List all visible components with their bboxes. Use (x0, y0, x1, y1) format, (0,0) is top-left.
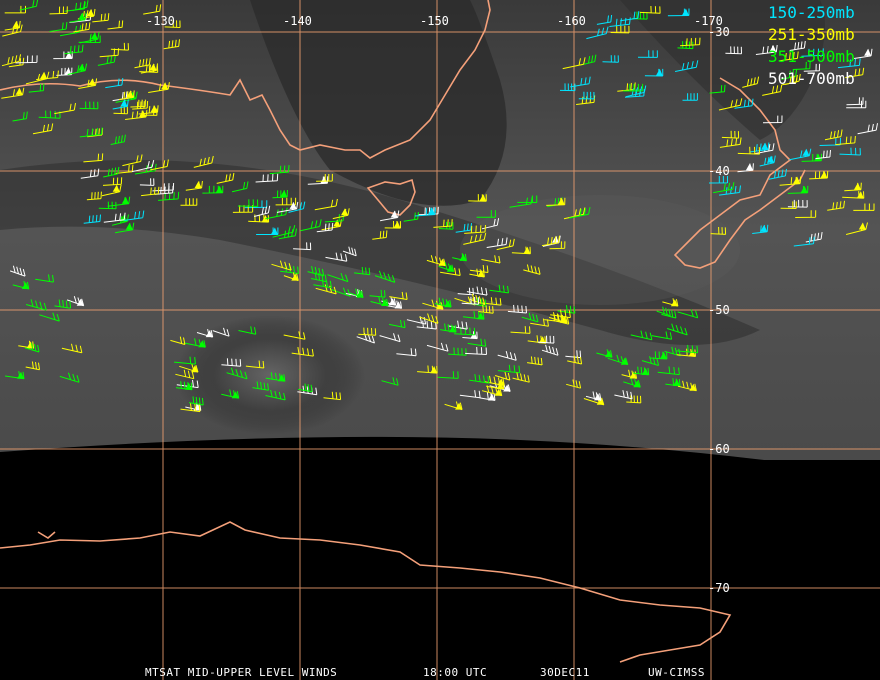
legend-item-501-700: 501-700mb (768, 69, 855, 88)
lon-label: -130 (146, 14, 175, 28)
lat-label: -70 (708, 581, 730, 595)
footer-date: 30DEC11 (540, 666, 590, 679)
wind-map: -130 -140 -150 -160 -170 -30 -40 -50 -60… (0, 0, 880, 680)
lon-label: -160 (557, 14, 586, 28)
legend-item-251-350: 251-350mb (768, 25, 855, 44)
lon-label: -150 (420, 14, 449, 28)
lat-label: -30 (708, 25, 730, 39)
footer-time: 18:00 UTC (423, 666, 487, 679)
footer-product: MTSAT MID-UPPER LEVEL WINDS (145, 666, 337, 679)
legend-item-351-500: 351-500mb (768, 47, 855, 66)
lat-label: -40 (708, 164, 730, 178)
lat-label: -60 (708, 442, 730, 456)
lon-label: -140 (283, 14, 312, 28)
lat-label: -50 (708, 303, 730, 317)
footer-source: UW-CIMSS (648, 666, 705, 679)
legend-item-150-250: 150-250mb (768, 3, 855, 22)
